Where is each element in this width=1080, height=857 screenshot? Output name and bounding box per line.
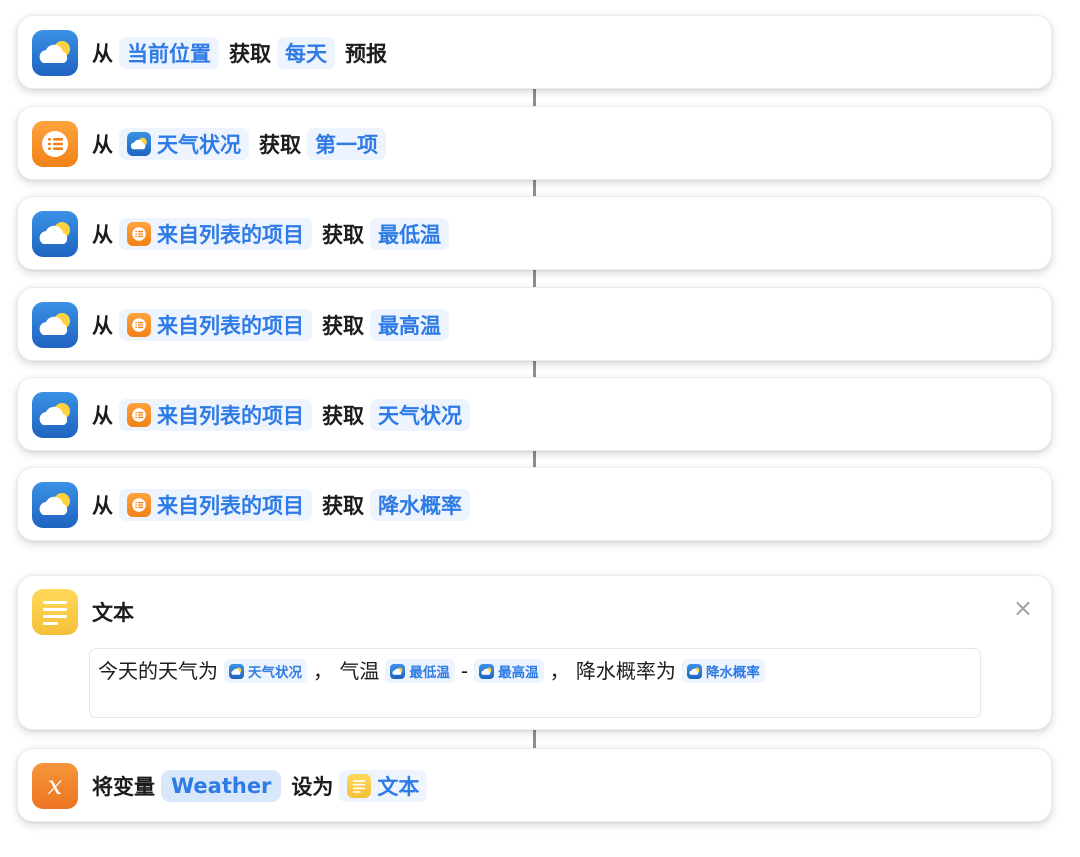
connector-line: [533, 449, 536, 469]
close-icon[interactable]: ×: [1013, 596, 1033, 620]
variable-label: 来自列表的项目: [157, 404, 304, 428]
value-variable-token[interactable]: 文本: [339, 770, 428, 802]
from-label: 从: [92, 133, 113, 157]
text-segment: 今天的天气为: [98, 659, 218, 683]
inline-variable-token[interactable]: 最高温: [474, 659, 544, 683]
variable-label: 来自列表的项目: [157, 223, 304, 247]
variable-label: 来自列表的项目: [157, 314, 304, 338]
weather-icon: [32, 392, 78, 438]
variable-label: 来自列表的项目: [157, 494, 304, 518]
get-label: 获取: [322, 223, 364, 247]
list-icon: [127, 493, 151, 517]
inline-variable-token[interactable]: 天气状况: [224, 659, 307, 683]
detail-parameter[interactable]: 最高温: [370, 309, 449, 341]
connector-line: [533, 268, 536, 288]
variable-label: 文本: [377, 775, 420, 799]
detail-parameter[interactable]: 最低温: [370, 218, 449, 250]
weather-icon: [32, 30, 78, 76]
text-icon: [32, 589, 78, 635]
get-label: 获取: [322, 404, 364, 428]
weather-icon: [32, 482, 78, 528]
set-variable-label: 将变量: [92, 775, 155, 799]
input-variable-token[interactable]: 来自列表的项目: [119, 309, 312, 341]
action-text[interactable]: 文本 × 今天的天气为 天气状况 ， 气温 最低温 - 最高温 ， 降水概率为 …: [17, 575, 1052, 730]
forecast-label: 预报: [345, 42, 387, 66]
weather-icon: [390, 663, 406, 679]
inline-variable-token[interactable]: 最低温: [385, 659, 455, 683]
detail-parameter[interactable]: 降水概率: [370, 489, 470, 521]
input-variable-token[interactable]: 来自列表的项目: [119, 489, 312, 521]
inline-variable-token[interactable]: 降水概率: [681, 659, 765, 683]
item-index-parameter[interactable]: 第一项: [307, 128, 386, 160]
get-label: 获取: [259, 133, 301, 157]
weather-icon: [32, 211, 78, 257]
variable-label: 最高温: [498, 665, 539, 681]
from-label: 从: [92, 223, 113, 247]
text-segment: -: [460, 659, 469, 683]
svg-text:x: x: [48, 771, 63, 801]
input-variable-token[interactable]: 来自列表的项目: [119, 218, 312, 250]
list-icon: [32, 121, 78, 167]
location-parameter[interactable]: 当前位置: [119, 37, 219, 69]
weather-icon: [32, 302, 78, 348]
detail-parameter[interactable]: 天气状况: [370, 399, 470, 431]
connector-line: [533, 359, 536, 379]
weather-icon: [479, 663, 495, 679]
from-label: 从: [92, 314, 113, 338]
action-get-weather-detail[interactable]: 从 来自列表的项目 获取 天气状况: [17, 377, 1052, 451]
get-label: 获取: [322, 494, 364, 518]
get-label: 获取: [229, 42, 271, 66]
action-set-variable[interactable]: x 将变量 Weather 设为 文本: [17, 748, 1052, 822]
text-content-field[interactable]: 今天的天气为 天气状况 ， 气温 最低温 - 最高温 ， 降水概率为 降水概率: [89, 648, 981, 718]
set-to-label: 设为: [291, 775, 334, 799]
variable-label: 天气状况: [157, 133, 241, 157]
text-icon: [347, 774, 372, 798]
text-segment: ， 降水概率为: [549, 659, 676, 683]
connector-line: [533, 88, 536, 108]
get-label: 获取: [322, 314, 364, 338]
variable-icon: x: [32, 763, 78, 809]
text-action-title: 文本: [92, 601, 134, 625]
weather-icon: [686, 663, 702, 679]
variable-label: 最低温: [409, 665, 450, 681]
action-get-weather-forecast[interactable]: 从 当前位置 获取 每天 预报: [17, 15, 1052, 89]
connector-line: [533, 728, 536, 750]
weather-icon: [127, 132, 151, 156]
list-icon: [127, 313, 151, 337]
shortcut-editor: 从 当前位置 获取 每天 预报 从 天气状况 获取 第一项 从 来自列表的项目: [0, 0, 1080, 857]
input-variable-token[interactable]: 来自列表的项目: [119, 399, 312, 431]
action-get-weather-detail[interactable]: 从 来自列表的项目 获取 最高温: [17, 287, 1052, 361]
weather-icon: [229, 663, 244, 679]
action-get-weather-detail[interactable]: 从 来自列表的项目 获取 降水概率: [17, 467, 1052, 541]
list-icon: [127, 222, 151, 246]
connector-line: [533, 178, 536, 198]
input-variable-token[interactable]: 天气状况: [119, 128, 249, 160]
from-label: 从: [92, 404, 113, 428]
variable-label: 降水概率: [705, 665, 760, 681]
text-segment: ， 气温: [313, 659, 380, 683]
list-icon: [127, 403, 151, 427]
action-get-weather-detail[interactable]: 从 来自列表的项目 获取 最低温: [17, 196, 1052, 270]
from-label: 从: [92, 494, 113, 518]
from-label: 从: [92, 42, 113, 66]
action-get-item-from-list[interactable]: 从 天气状况 获取 第一项: [17, 106, 1052, 180]
variable-label: 天气状况: [248, 665, 302, 681]
variable-name-token[interactable]: Weather: [161, 770, 282, 802]
forecast-type-parameter[interactable]: 每天: [277, 37, 335, 69]
